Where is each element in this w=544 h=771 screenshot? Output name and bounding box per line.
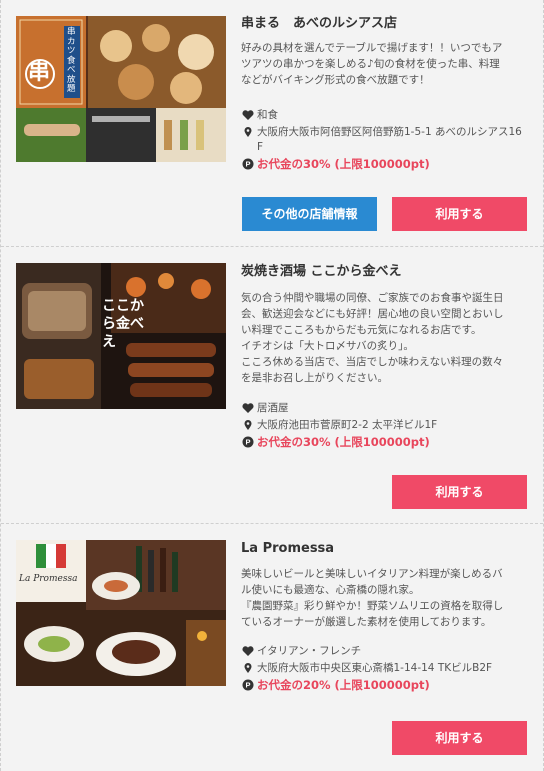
description-line: い料理でこころもからだも元気になれるお店です。	[241, 324, 482, 336]
shop-meta: 居酒屋 大阪府池田市菅原町2-2 太平洋ビル1F P お代金の30% (上限10…	[242, 401, 532, 453]
map-pin-icon	[244, 663, 252, 673]
shop-image-sign: 串カツ食べ放題	[67, 27, 76, 94]
reward-row: P お代金の30% (上限100000pt)	[242, 435, 532, 451]
shop-meta: 和食 大阪府大阪市阿倍野区阿倍野筋1-5-1 あべのルシアス16 F P お代金…	[242, 108, 532, 175]
reward-text: お代金の30% (上限100000pt)	[257, 435, 430, 449]
point-coin-icon: P	[242, 679, 254, 691]
address-row: 大阪府大阪市阿倍野区阿倍野筋1-5-1 あべのルシアス16 F	[242, 125, 532, 155]
shop-description: 気の合う仲間や職場の同僚、ご家族でのお食事や誕生日 会、歓送迎会などにも好評！居…	[241, 290, 531, 386]
shop-description: 美味しいビールと美味しいイタリアン料理が楽しめるバ ル使いにも最適な、心斎橋の隠…	[241, 566, 531, 630]
shop-image-logo: La Promessa	[19, 574, 78, 584]
svg-text:P: P	[245, 681, 250, 690]
address-line: F	[257, 141, 264, 153]
svg-text:P: P	[245, 160, 250, 169]
point-coin-icon: P	[242, 436, 254, 448]
reward-row: P お代金の20% (上限100000pt)	[242, 678, 532, 694]
svg-text:P: P	[245, 438, 250, 447]
description-line: ツアツの串かつを楽しめる♪旬の食材を使った串、料理	[241, 58, 500, 70]
shop-name[interactable]: 炭焼き酒場 ここから金べえ	[241, 263, 531, 281]
address-line: 大阪府池田市菅原町2-2 太平洋ビル1F	[257, 419, 438, 431]
map-pin-icon	[244, 420, 252, 430]
description-line: こころ休める当店で、当店でしか味わえない料理の数々	[241, 356, 504, 368]
genre-row: イタリアン・フレンチ	[242, 644, 532, 659]
map-pin-icon	[244, 127, 252, 137]
description-line: 美味しいビールと美味しいイタリアン料理が楽しめるバ	[241, 568, 503, 580]
shop-image-logo: ここから金べえ	[102, 298, 144, 350]
genre-row: 居酒屋	[242, 401, 532, 416]
description-line: ているオーナーが厳選した素材を使用しております。	[241, 616, 492, 628]
reward-text: お代金の20% (上限100000pt)	[257, 678, 430, 692]
description-line: イチオシは「大トロ〆サバの炙り」。	[241, 340, 414, 352]
address-line: 大阪府大阪市中央区東心斎橋1-14-14 TKビルB2F	[257, 662, 493, 674]
use-button[interactable]: 利用する	[392, 475, 527, 509]
use-button[interactable]: 利用する	[392, 197, 527, 231]
reward-row: P お代金の30% (上限100000pt)	[242, 157, 532, 173]
other-stores-button[interactable]: その他の店舗情報	[242, 197, 377, 231]
heart-icon	[242, 110, 254, 120]
shop-name[interactable]: La Promessa	[241, 540, 531, 558]
shop-image-logo: 串	[28, 59, 51, 85]
genre-row: 和食	[242, 108, 532, 123]
point-coin-icon: P	[242, 158, 254, 170]
shop-name[interactable]: 串まる あべのルシアス店	[241, 15, 531, 33]
heart-icon	[242, 403, 254, 413]
shop-image[interactable]: La Promessa	[16, 540, 226, 686]
genre-label: イタリアン・フレンチ	[257, 645, 362, 657]
address-line: 大阪府大阪市阿倍野区阿倍野筋1-5-1 あべのルシアス16	[257, 126, 522, 138]
shop-list: 串 串カツ食べ放題 串まる あべのルシアス店 好みの具材を選んでテーブルで揚げま…	[0, 0, 544, 771]
shop-description: 好みの具材を選んでテーブルで揚げます！！いつでもア ツアツの串かつを楽しめる♪旬…	[241, 40, 531, 88]
description-line: などがバイキング形式の食べ放題です！	[241, 74, 430, 86]
reward-text: お代金の30% (上限100000pt)	[257, 157, 430, 171]
shop-card: ここから金べえ 炭焼き酒場 ここから金べえ 気の合う仲間や職場の同僚、ご家族での…	[1, 247, 543, 524]
shop-image[interactable]: ここから金べえ	[16, 263, 226, 409]
shop-card: La Promessa La Promessa 美味しいビールと美味しいイタリア…	[1, 524, 543, 771]
address-row: 大阪府大阪市中央区東心斎橋1-14-14 TKビルB2F	[242, 661, 532, 676]
description-line: 好みの具材を選んでテーブルで揚げます！！いつでもア	[241, 42, 503, 54]
description-line: 気の合う仲間や職場の同僚、ご家族でのお食事や誕生日	[241, 292, 504, 304]
description-line: ル使いにも最適な、心斎橋の隠れ家。	[241, 584, 420, 596]
description-line: を是非お召し上がりください。	[241, 372, 388, 384]
heart-icon	[242, 646, 254, 656]
address-row: 大阪府池田市菅原町2-2 太平洋ビル1F	[242, 418, 532, 433]
shop-image[interactable]: 串 串カツ食べ放題	[16, 16, 226, 162]
shop-meta: イタリアン・フレンチ 大阪府大阪市中央区東心斎橋1-14-14 TKビルB2F …	[242, 644, 532, 696]
shop-card: 串 串カツ食べ放題 串まる あべのルシアス店 好みの具材を選んでテーブルで揚げま…	[1, 0, 543, 247]
description-line: 『農園野菜』彩り鮮やか！野菜ソムリエの資格を取得し	[241, 600, 504, 612]
genre-label: 居酒屋	[257, 402, 289, 414]
genre-label: 和食	[257, 109, 278, 121]
use-button[interactable]: 利用する	[392, 721, 527, 755]
description-line: 会、歓送迎会などにも好評！居心地の良い空間とおいし	[241, 308, 504, 320]
